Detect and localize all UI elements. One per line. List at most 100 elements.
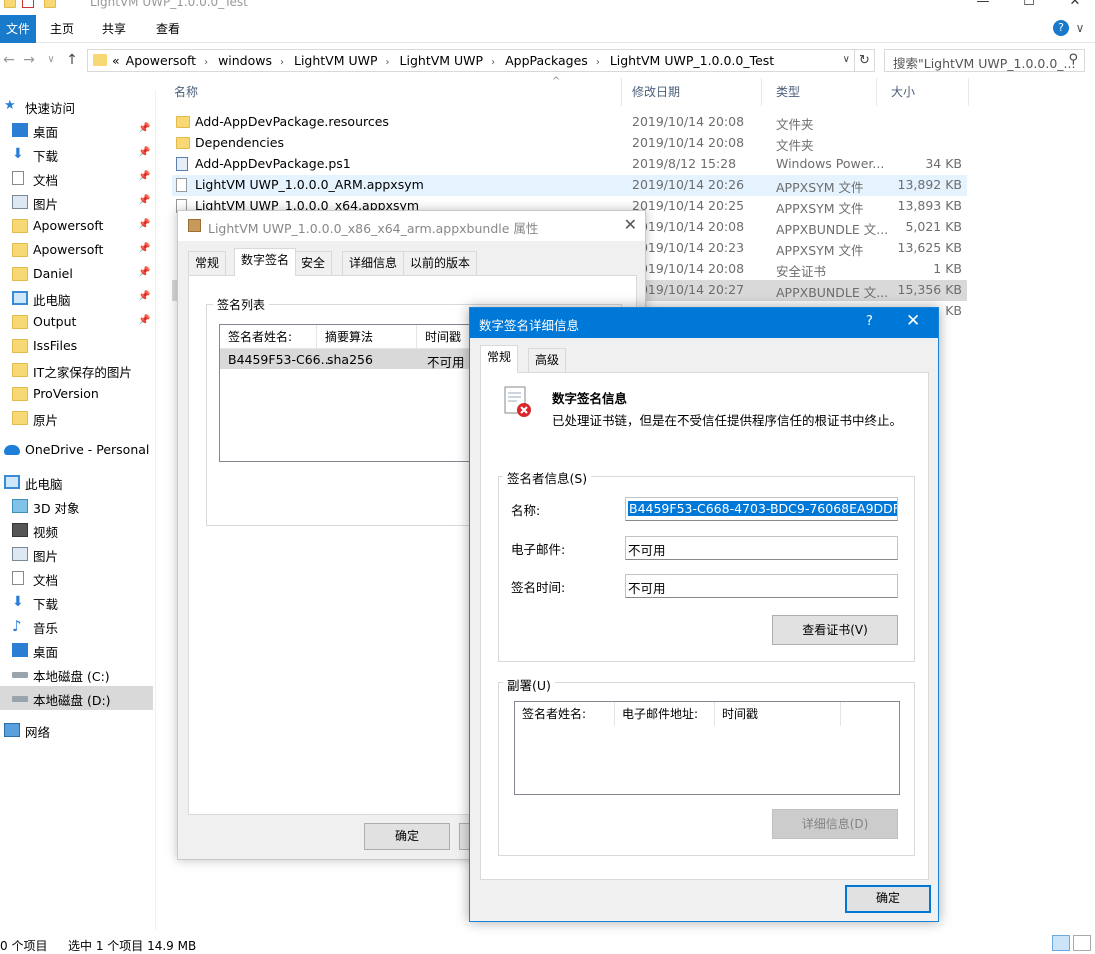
column-email[interactable]: 电子邮件地址: [615, 702, 715, 726]
refresh-button[interactable]: ↻ [855, 49, 875, 72]
sidebar-item-3d-objects[interactable]: 3D 对象 [0, 494, 153, 518]
pin-icon: 📌 [138, 123, 151, 134]
column-signer[interactable]: 签名者姓名: [220, 325, 317, 349]
sidebar-item-apowersoft-2[interactable]: Apowersoft 📌 [0, 238, 153, 262]
table-row[interactable]: Add-AppDevPackage.ps1 2019/8/12 15:28 Wi… [172, 154, 967, 175]
sidebar-item-daniel[interactable]: Daniel 📌 [0, 262, 153, 286]
sidebar-item-videos[interactable]: 视频 [0, 518, 153, 542]
file-size: 34 KB [925, 156, 962, 171]
forward-button[interactable]: → [20, 51, 38, 69]
large-icons-view-icon[interactable] [1073, 935, 1091, 951]
column-size[interactable]: 大小 [877, 78, 969, 106]
minimize-button[interactable]: — [960, 0, 1006, 12]
sidebar-item-pc-pictures[interactable]: 图片 [0, 542, 153, 566]
ok-button[interactable]: 确定 [845, 885, 931, 913]
help-icon[interactable]: ? [866, 314, 873, 329]
tab-file[interactable]: 文件 [0, 15, 36, 43]
breadcrumb-item[interactable]: LightVM UWP [294, 53, 378, 68]
table-row[interactable]: Dependencies 2019/10/14 20:08 文件夹 [172, 133, 967, 154]
chevron-right-icon[interactable]: › [596, 57, 600, 68]
properties-icon[interactable] [22, 0, 34, 8]
file-date: 2019/10/14 20:25 [632, 198, 745, 213]
countersignature-list[interactable]: 签名者姓名: 电子邮件地址: 时间戳 [514, 701, 900, 795]
file-size: 13,892 KB [897, 177, 962, 192]
sidebar-item-downloads[interactable]: ⬇ 下载 📌 [0, 142, 153, 166]
sidebar-item-drive-c[interactable]: 本地磁盘 (C:) [0, 662, 153, 686]
tab-general[interactable]: 常规 [188, 251, 227, 275]
sidebar-item-onedrive[interactable]: OneDrive - Personal [0, 438, 153, 462]
email-field[interactable]: 不可用 [625, 536, 898, 560]
breadcrumb-overflow[interactable]: « [112, 53, 120, 68]
sidebar-item-this-pc[interactable]: 此电脑 [0, 470, 153, 494]
up-button[interactable]: ↑ [63, 51, 81, 69]
tab-security[interactable]: 安全 [294, 251, 333, 275]
view-certificate-button[interactable]: 查看证书(V) [772, 615, 898, 645]
sidebar-item-desktop[interactable]: 桌面 📌 [0, 118, 153, 142]
tab-view[interactable]: 查看 [144, 15, 192, 43]
column-signer[interactable]: 签名者姓名: [515, 702, 615, 726]
sidebar-item-issfiles[interactable]: IssFiles [0, 334, 153, 358]
column-timestamp[interactable]: 时间戳 [715, 702, 841, 726]
tab-details[interactable]: 详细信息 [342, 251, 405, 275]
sidebar-item-pc-downloads[interactable]: ⬇ 下载 [0, 590, 153, 614]
signing-time-field[interactable]: 不可用 [625, 574, 898, 598]
search-input[interactable]: 搜索"LightVM UWP_1.0.0.0_... ⚲ [884, 49, 1085, 72]
table-row[interactable]: LightVM UWP_1.0.0.0_ARM.appxsym 2019/10/… [172, 175, 967, 196]
tab-advanced[interactable]: 高级 [528, 348, 567, 372]
video-icon [12, 523, 28, 537]
recent-locations-button[interactable]: ∨ [42, 51, 60, 69]
file-date: 2019/10/14 20:08 [632, 261, 745, 276]
tab-digital-signatures[interactable]: 数字签名 [234, 248, 297, 276]
column-digest[interactable]: 摘要算法 [317, 325, 417, 349]
close-icon[interactable]: ✕ [624, 215, 637, 234]
sidebar-item-originals[interactable]: 原片 [0, 406, 153, 430]
details-button[interactable]: 详细信息(D) [772, 809, 898, 839]
maximize-button[interactable]: ☐ [1006, 0, 1052, 12]
name-field[interactable]: B4459F53-C668-4703-BDC9-76068EA9DDFD [625, 497, 898, 521]
sidebar-item-drive-d[interactable]: 本地磁盘 (D:) [0, 686, 153, 710]
chevron-right-icon[interactable]: › [204, 57, 208, 68]
breadcrumb-item[interactable]: windows [218, 53, 272, 68]
column-date[interactable]: 修改日期 [618, 78, 762, 106]
chevron-right-icon[interactable]: › [491, 57, 495, 68]
sidebar-item-output[interactable]: 此电脑 📌 [0, 286, 153, 310]
tab-general[interactable]: 常规 [480, 345, 519, 373]
chevron-right-icon[interactable]: › [386, 57, 390, 68]
chevron-down-icon[interactable]: ∨ [1073, 21, 1087, 35]
tab-share[interactable]: 共享 [90, 15, 138, 43]
address-bar[interactable]: « Apowersoft › windows › LightVM UWP › Ligh… [87, 49, 855, 72]
sidebar-item-pc-desktop[interactable]: 桌面 [0, 638, 153, 662]
chevron-right-icon[interactable]: › [280, 57, 284, 68]
breadcrumb-item[interactable]: LightVM UWP_1.0.0.0_Test [610, 53, 774, 68]
chevron-down-icon[interactable]: ∨ [843, 54, 850, 65]
folder-icon [12, 243, 28, 257]
table-row[interactable]: Add-AppDevPackage.resources 2019/10/14 2… [172, 112, 967, 133]
sidebar-item-apowersoft[interactable]: Apowersoft 📌 [0, 214, 153, 238]
column-type[interactable]: 类型 [762, 78, 877, 106]
sidebar-item-quick-access[interactable]: ★ 快速访问 [0, 94, 153, 118]
breadcrumb-item[interactable]: Apowersoft [126, 53, 196, 68]
ok-button[interactable]: 确定 [364, 823, 450, 850]
file-date: 2019/10/14 20:08 [632, 135, 745, 150]
tab-home[interactable]: 主页 [38, 15, 86, 43]
sidebar-item-network[interactable]: 网络 [0, 718, 153, 742]
search-icon[interactable]: ⚲ [1068, 52, 1078, 67]
help-icon[interactable]: ? [1053, 20, 1069, 36]
document-icon [12, 171, 24, 185]
sidebar-item-pc-documents[interactable]: 文档 [0, 566, 153, 590]
breadcrumb-item[interactable]: AppPackages [505, 53, 588, 68]
new-folder-icon[interactable] [44, 0, 56, 8]
close-icon[interactable]: ✕ [906, 311, 920, 331]
sidebar-item-pictures[interactable]: 图片 📌 [0, 190, 153, 214]
sidebar-item-output-folder[interactable]: Output 📌 [0, 310, 153, 334]
back-button[interactable]: ← [0, 51, 18, 69]
breadcrumb-item[interactable]: LightVM UWP [400, 53, 484, 68]
sidebar-item-music[interactable]: ♪ 音乐 [0, 614, 153, 638]
close-button[interactable]: ✕ [1052, 0, 1095, 12]
sidebar-item-ithome-pictures[interactable]: IT之家保存的图片 [0, 358, 153, 382]
details-view-icon[interactable] [1052, 935, 1070, 951]
sidebar-item-documents[interactable]: 文档 📌 [0, 166, 153, 190]
tab-previous-versions[interactable]: 以前的版本 [403, 251, 478, 275]
sidebar-item-proversion[interactable]: ProVersion [0, 382, 153, 406]
file-name: Dependencies [195, 135, 284, 150]
